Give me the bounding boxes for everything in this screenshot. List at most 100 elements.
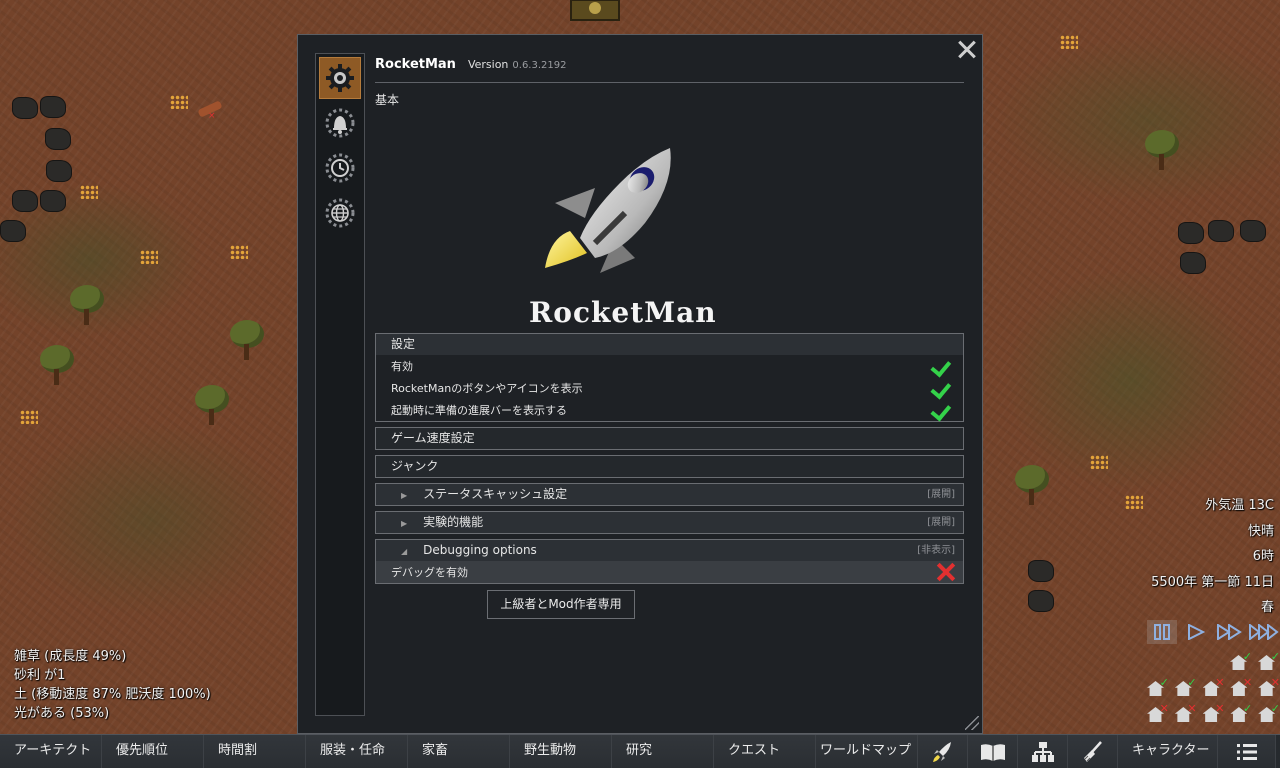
pause-button[interactable] bbox=[1147, 620, 1177, 644]
tab-history[interactable] bbox=[968, 735, 1018, 768]
resize-handle[interactable] bbox=[965, 716, 979, 730]
toggle-roof[interactable]: ✕ bbox=[1255, 676, 1280, 700]
check-mark-icon: ✓ bbox=[1187, 676, 1197, 689]
tab-wildlife[interactable]: 野生動物 bbox=[510, 735, 612, 768]
rock-chunk[interactable] bbox=[1028, 560, 1054, 582]
rock-chunk[interactable] bbox=[12, 97, 38, 119]
fast-speed-button[interactable] bbox=[1215, 620, 1245, 644]
check-mark-icon: ✓ bbox=[1270, 702, 1280, 715]
tab-general[interactable] bbox=[319, 57, 361, 99]
option-label: 起動時に準備の進展バーを表示する bbox=[391, 404, 567, 417]
group-header-game-speed: ゲーム速度設定 bbox=[376, 428, 963, 449]
version-label: Version bbox=[467, 58, 509, 71]
rocket-icon bbox=[932, 742, 951, 762]
group-header-settings: 設定 bbox=[376, 334, 963, 355]
option-debug-enabled[interactable]: デバッグを有効 bbox=[376, 561, 963, 583]
tree[interactable] bbox=[230, 320, 264, 360]
toggle-grid[interactable]: ✕ bbox=[1144, 702, 1169, 726]
tab-research[interactable]: 研究 bbox=[612, 735, 714, 768]
junk-group[interactable]: ジャンク bbox=[375, 455, 964, 478]
toggle-checklist[interactable]: ✓ bbox=[1255, 702, 1280, 726]
collapse-hint[interactable]: [非表示] bbox=[917, 540, 955, 561]
expand-hint[interactable]: [展開] bbox=[927, 484, 955, 505]
bell-icon bbox=[325, 108, 355, 138]
toggle-zone-color[interactable]: ✓ bbox=[1227, 702, 1252, 726]
tree[interactable] bbox=[40, 345, 74, 385]
rock-chunk[interactable] bbox=[1180, 252, 1206, 274]
expand-arrow-icon[interactable]: ▶ bbox=[401, 519, 407, 528]
superfast-speed-button[interactable] bbox=[1249, 620, 1279, 644]
option-enabled[interactable]: 有効 bbox=[376, 355, 963, 377]
tab-schedule[interactable]: 時間割 bbox=[204, 735, 306, 768]
time-of-day[interactable]: 6時 bbox=[1151, 544, 1274, 570]
check-mark-icon: ✓ bbox=[1270, 650, 1280, 663]
toggle-show-list[interactable]: ✓ bbox=[1255, 650, 1280, 674]
status-cache-group[interactable]: ▶ ステータスキャッシュ設定 [展開] bbox=[375, 483, 964, 506]
toggle-stats[interactable]: ✕ bbox=[1172, 702, 1197, 726]
rock-chunk[interactable] bbox=[1178, 222, 1204, 244]
toggle-no-entry[interactable]: ✕ bbox=[1227, 676, 1252, 700]
tree[interactable] bbox=[1145, 130, 1179, 170]
toggle-auto-rebuild[interactable]: ✓ bbox=[1227, 650, 1252, 674]
toggle-terrain[interactable]: ✕ bbox=[1200, 676, 1224, 700]
rock-chunk[interactable] bbox=[40, 96, 66, 118]
expand-hint[interactable]: [展開] bbox=[927, 512, 955, 533]
experimental-group[interactable]: ▶ 実験的機能 [展開] bbox=[375, 511, 964, 534]
date-display[interactable]: 5500年 第一節 11日 bbox=[1151, 570, 1274, 596]
wood-log-icon[interactable]: × bbox=[196, 98, 226, 120]
globe-icon bbox=[325, 198, 355, 228]
time-speed-controls bbox=[1147, 620, 1279, 644]
tab-world[interactable]: ワールドマップ bbox=[816, 735, 918, 768]
season-display[interactable]: 春 bbox=[1151, 595, 1274, 621]
rock-chunk[interactable] bbox=[12, 190, 38, 212]
tab-priorities[interactable]: 優先順位 bbox=[102, 735, 204, 768]
tab-timing[interactable] bbox=[319, 147, 361, 189]
cross-icon[interactable] bbox=[935, 562, 955, 582]
toggle-auto-build[interactable]: ✓ bbox=[1144, 676, 1169, 700]
game-speed-group[interactable]: ゲーム速度設定 bbox=[375, 427, 964, 450]
tab-notifications[interactable] bbox=[319, 102, 361, 144]
tooltip: 上級者とMod作者専用 bbox=[487, 590, 635, 619]
option-show-buttons[interactable]: RocketManのボタンやアイコンを表示 bbox=[376, 377, 963, 399]
tab-quests[interactable]: クエスト bbox=[714, 735, 816, 768]
checkmark-icon[interactable] bbox=[933, 356, 955, 376]
main-tab-bar: アーキテクト 優先順位 時間割 服装・任命 家畜 野生動物 研究 クエスト ワー… bbox=[0, 734, 1280, 768]
tree[interactable] bbox=[1015, 465, 1049, 505]
machine-structure-icon[interactable] bbox=[565, 0, 625, 26]
tab-architect[interactable]: アーキテクト bbox=[0, 735, 102, 768]
debugging-group[interactable]: ◢ Debugging options [非表示] デバッグを有効 bbox=[375, 539, 964, 584]
outdoor-temperature[interactable]: 外気温 13C bbox=[1151, 493, 1274, 519]
tab-cleaning[interactable] bbox=[1068, 735, 1118, 768]
tab-world[interactable] bbox=[319, 192, 361, 234]
rock-chunk[interactable] bbox=[1028, 590, 1054, 612]
normal-speed-button[interactable] bbox=[1181, 620, 1211, 644]
checkmark-icon[interactable] bbox=[933, 400, 955, 420]
tab-assign[interactable]: 服装・任命 bbox=[306, 735, 408, 768]
rock-chunk[interactable] bbox=[1240, 220, 1266, 242]
rock-chunk[interactable] bbox=[40, 190, 66, 212]
tab-factions[interactable] bbox=[1018, 735, 1068, 768]
tab-rocketman[interactable] bbox=[918, 735, 968, 768]
mod-title: RocketMan bbox=[375, 57, 456, 72]
play-settings-toggles: ✓ ✓ ✓ ✓ ✕ ✕ ✕ ✕ ✕ ✕ ✓ ✓ bbox=[1144, 650, 1280, 728]
dandelion-patch bbox=[170, 95, 188, 109]
expand-arrow-icon[interactable]: ▶ bbox=[401, 491, 407, 500]
rock-chunk[interactable] bbox=[46, 160, 72, 182]
tab-animals[interactable]: 家畜 bbox=[408, 735, 510, 768]
weather-condition[interactable]: 快晴 bbox=[1151, 519, 1274, 545]
weather-date-readout: 外気温 13C 快晴 6時 5500年 第一節 11日 春 bbox=[1151, 493, 1274, 621]
cell-terrain-info: 土 (移動速度 87% 肥沃度 100%) bbox=[14, 687, 211, 702]
option-show-progress[interactable]: 起動時に準備の進展バーを表示する bbox=[376, 399, 963, 421]
tab-characters[interactable]: キャラクター bbox=[1118, 735, 1218, 768]
tab-menu[interactable] bbox=[1218, 735, 1276, 768]
tree[interactable] bbox=[70, 285, 104, 325]
rock-chunk[interactable] bbox=[45, 128, 71, 150]
tree[interactable] bbox=[195, 385, 229, 425]
toggle-beauty[interactable]: ✕ bbox=[1200, 702, 1224, 726]
toggle-home-area[interactable]: ✓ bbox=[1172, 676, 1197, 700]
collapse-arrow-icon[interactable]: ◢ bbox=[401, 547, 407, 556]
rock-chunk[interactable] bbox=[1208, 220, 1234, 242]
rock-chunk[interactable] bbox=[0, 220, 26, 242]
checkmark-icon[interactable] bbox=[933, 378, 955, 398]
option-label: 有効 bbox=[391, 360, 413, 373]
